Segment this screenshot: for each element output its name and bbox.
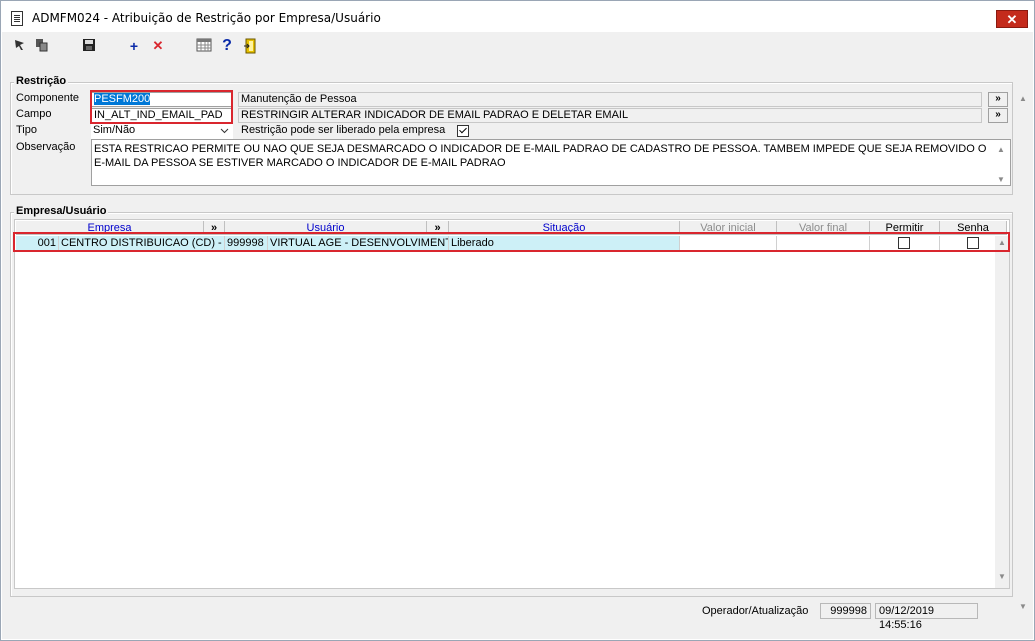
senha-cell <box>940 236 995 251</box>
column-header-situacao[interactable]: Situação <box>449 221 680 235</box>
scroll-up-icon[interactable]: ▲ <box>994 143 1008 157</box>
restricao-group-label: Restrição <box>14 75 69 87</box>
exit-door-icon[interactable] <box>242 38 258 54</box>
permitir-cell <box>870 236 940 251</box>
componente-label: Componente <box>16 92 79 104</box>
empresa-usuario-group-label: Empresa/Usuário <box>14 205 109 217</box>
cursor-icon[interactable] <box>12 38 28 54</box>
close-button[interactable]: ✕ <box>996 10 1028 28</box>
valor-inicial-cell[interactable] <box>680 236 777 251</box>
componente-value: PESFM200 <box>94 93 151 105</box>
window-title: ADMFM024 - Atribuição de Restrição por E… <box>32 11 381 25</box>
calendar-icon[interactable] <box>196 38 212 54</box>
column-header-empresa[interactable]: Empresa <box>16 221 204 235</box>
title-bar[interactable]: ADMFM024 - Atribuição de Restrição por E… <box>2 2 1033 32</box>
tipo-label: Tipo <box>16 124 37 136</box>
empresa-usuario-grid: Empresa » Usuário » Situação Valor inici… <box>14 219 1010 589</box>
observacao-label: Observação <box>16 141 76 153</box>
column-header-usuario[interactable]: Usuário <box>225 221 427 235</box>
grid-scrollbar[interactable]: ▲ ▼ <box>995 236 1009 588</box>
campo-field[interactable]: IN_ALT_IND_EMAIL_PAD <box>91 108 233 123</box>
usuario-name-cell[interactable]: VIRTUAL AGE - DESENVOLVIMENTO <box>268 236 449 251</box>
empresa-code-cell[interactable]: 001 <box>16 236 59 251</box>
campo-lookup-button[interactable]: » <box>988 108 1008 123</box>
observacao-value: ESTA RESTRICAO PERMITE OU NAO QUE SEJA D… <box>94 143 987 169</box>
help-icon[interactable]: ? <box>219 38 235 54</box>
usuario-lookup-button[interactable]: » <box>427 221 449 235</box>
client-area: + ✕ ? Restrição Componente PESFM200 Manu… <box>2 32 1033 639</box>
column-header-valor-final: Valor final <box>777 221 870 235</box>
column-header-valor-inicial: Valor inicial <box>680 221 777 235</box>
window-scrollbar[interactable]: ▲ ▼ <box>1015 90 1032 618</box>
observacao-textarea[interactable]: ESTA RESTRICAO PERMITE OU NAO QUE SEJA D… <box>91 139 1011 186</box>
toolbar: + ✕ ? <box>2 32 1033 60</box>
save-icon[interactable] <box>81 38 97 54</box>
situacao-cell[interactable]: Liberado <box>449 236 680 251</box>
scroll-down-icon[interactable]: ▼ <box>994 173 1008 187</box>
permitir-checkbox[interactable] <box>898 237 910 249</box>
operador-label: Operador/Atualização <box>702 605 809 617</box>
scroll-down-icon[interactable]: ▼ <box>995 572 1009 581</box>
empresa-lookup-button[interactable]: » <box>204 221 225 235</box>
valor-final-cell[interactable] <box>777 236 870 251</box>
delete-icon[interactable]: ✕ <box>150 38 166 54</box>
tipo-value: Sim/Não <box>93 124 136 136</box>
column-header-permitir: Permitir <box>870 221 940 235</box>
add-icon[interactable]: + <box>126 38 142 54</box>
scroll-up-icon[interactable]: ▲ <box>995 238 1009 247</box>
operador-field: 999998 <box>820 603 871 619</box>
scroll-down-icon[interactable]: ▼ <box>1016 602 1030 611</box>
componente-field[interactable]: PESFM200 <box>91 92 233 107</box>
liberado-label: Restrição pode ser liberado pela empresa <box>241 124 446 136</box>
empresa-name-cell[interactable]: CENTRO DISTRIBUICAO (CD) - FAT <box>59 236 225 251</box>
componente-lookup-button[interactable]: » <box>988 92 1008 107</box>
senha-checkbox[interactable] <box>967 237 979 249</box>
atualizacao-field: 09/12/2019 14:55:16 <box>875 603 978 631</box>
liberado-checkbox[interactable] <box>457 125 469 137</box>
copy-icon[interactable] <box>34 38 50 54</box>
tipo-select[interactable]: Sim/Não <box>91 124 233 139</box>
chevron-down-icon <box>220 128 229 134</box>
componente-description: Manutenção de Pessoa <box>238 92 982 107</box>
campo-description: RESTRINGIR ALTERAR INDICADOR DE EMAIL PA… <box>238 108 982 123</box>
campo-label: Campo <box>16 108 52 120</box>
application-window: ADMFM024 - Atribuição de Restrição por E… <box>0 0 1035 641</box>
document-icon <box>11 11 23 26</box>
scroll-up-icon[interactable]: ▲ <box>1016 94 1030 103</box>
usuario-code-cell[interactable]: 999998 <box>225 236 268 251</box>
column-header-senha: Senha <box>940 221 1007 235</box>
